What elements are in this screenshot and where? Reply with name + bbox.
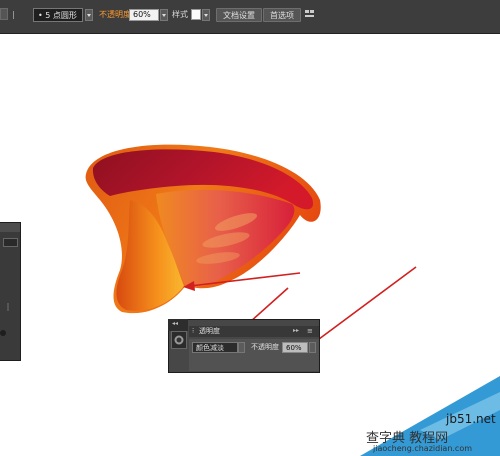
watermark-url: jiaocheng.chazidian.com: [373, 444, 473, 453]
watermark-graphic: [360, 376, 500, 456]
watermark-site: jb51.net: [446, 412, 496, 426]
